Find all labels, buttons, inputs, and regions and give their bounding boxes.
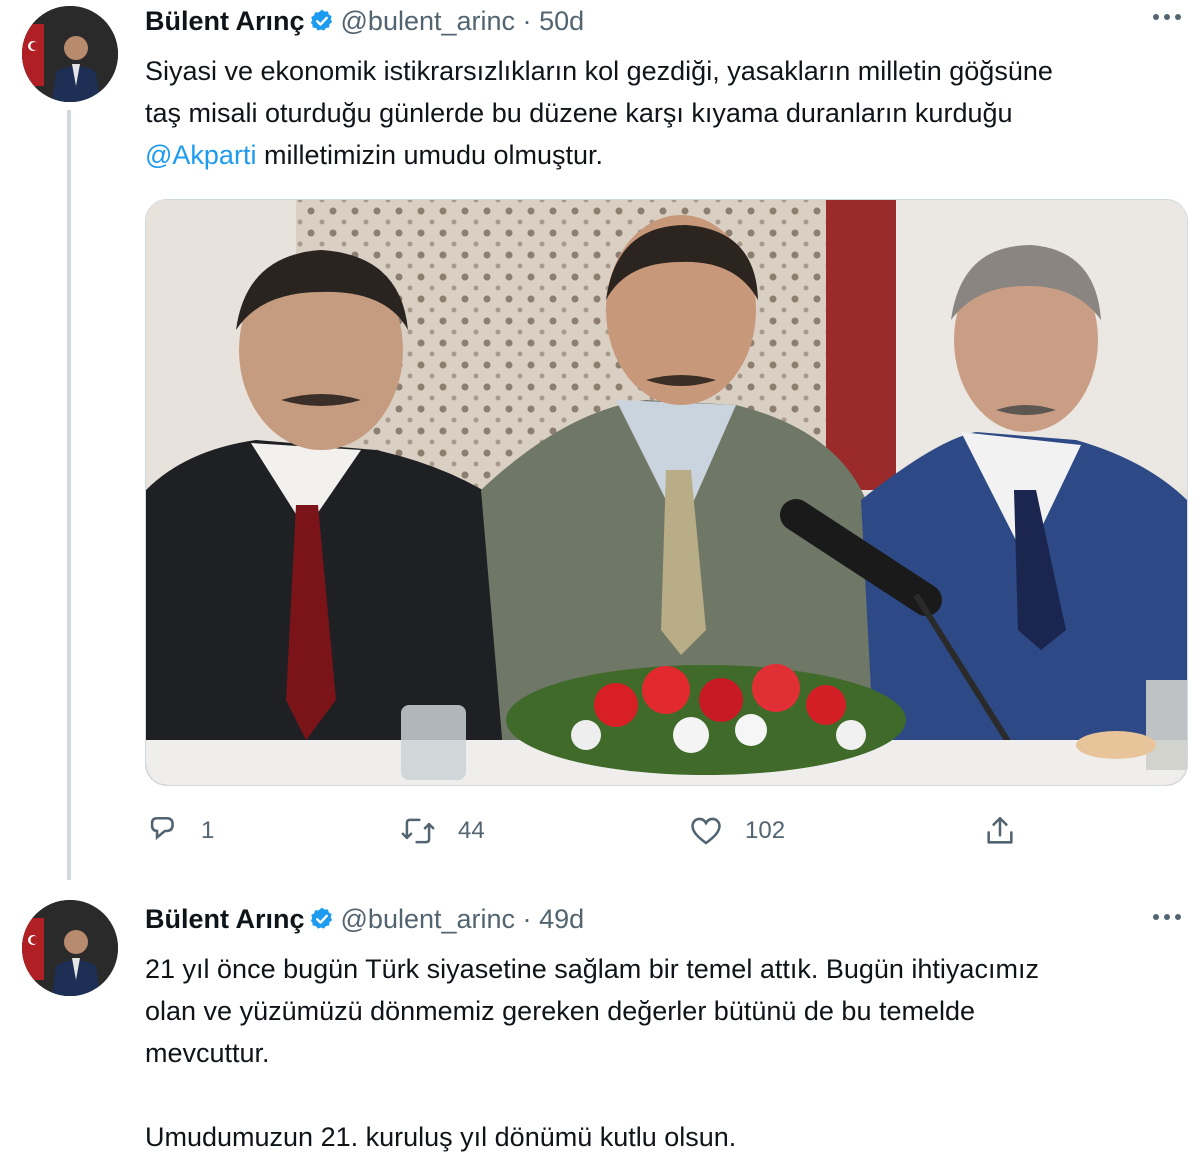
author-handle[interactable]: @bulent_arinc (341, 904, 516, 934)
avatar[interactable] (22, 6, 118, 102)
timestamp[interactable]: 49d (539, 904, 584, 934)
verified-badge-icon (309, 906, 335, 939)
like-button[interactable]: 102 (689, 808, 785, 854)
separator: · (522, 6, 532, 36)
author-handle[interactable]: @bulent_arinc (341, 6, 516, 36)
heart-icon (691, 817, 721, 845)
tweet-1[interactable]: Bülent Arınç @bulent_arinc · 50d Siyasi v… (0, 0, 1200, 880)
tweet-text-line (145, 1074, 1175, 1116)
share-icon (987, 816, 1013, 844)
avatar-image (22, 6, 118, 102)
tweet-text-line: Siyasi ve ekonomik istikrarsızlıkların k… (145, 56, 1053, 86)
verified-badge-icon (309, 8, 335, 41)
share-button[interactable] (983, 808, 1017, 854)
tweet-text: Siyasi ve ekonomik istikrarsızlıkların k… (145, 50, 1175, 176)
tweet-2[interactable]: Bülent Arınç @bulent_arinc · 49d 21 yıl ö… (0, 892, 1200, 1158)
separator: · (522, 904, 532, 934)
tweet-header: Bülent Arınç @bulent_arinc · 49d (145, 904, 584, 939)
retweet-button[interactable]: 44 (400, 808, 485, 854)
reply-icon (150, 816, 174, 841)
tweet-text-line: 21 yıl önce bugün Türk siyasetine sağlam… (145, 954, 1039, 984)
thread-line (67, 110, 71, 880)
mention-link[interactable]: @Akparti (145, 140, 256, 170)
photo-image (146, 200, 1187, 785)
tweet-text-line: olan ve yüzümüzü dönmemiz gereken değerl… (145, 996, 976, 1026)
tweet-text: 21 yıl önce bugün Türk siyasetine sağlam… (145, 948, 1175, 1158)
more-horizontal-icon[interactable] (1150, 0, 1184, 38)
tweet-text-line: mevcuttur. (145, 1038, 270, 1068)
author-name[interactable]: Bülent Arınç (145, 6, 305, 36)
tweet-photo[interactable] (145, 199, 1188, 786)
reply-count: 1 (201, 817, 215, 844)
timestamp[interactable]: 50d (539, 6, 584, 36)
retweet-icon (401, 818, 435, 844)
reply-button[interactable]: 1 (145, 808, 214, 854)
tweet-text-tail: milletimizin umudu olmuştur. (256, 140, 604, 170)
avatar-image (22, 900, 118, 996)
more-horizontal-icon[interactable] (1150, 900, 1184, 938)
tweet-text-line: @Akparti milletimizin umudu olmuştur. (145, 134, 1175, 176)
avatar[interactable] (22, 900, 118, 996)
tweet-text-line: taş misali oturduğu günlerde bu düzene k… (145, 98, 1013, 128)
like-count: 102 (745, 817, 786, 844)
tweet-header: Bülent Arınç @bulent_arinc · 50d (145, 6, 584, 41)
retweet-count: 44 (458, 817, 485, 844)
tweet-text-paragraph: Umudumuzun 21. kuruluş yıl dönümü kutlu … (145, 1122, 737, 1152)
author-name[interactable]: Bülent Arınç (145, 904, 305, 934)
tweet-actions: 1 44 102 (145, 808, 1185, 854)
